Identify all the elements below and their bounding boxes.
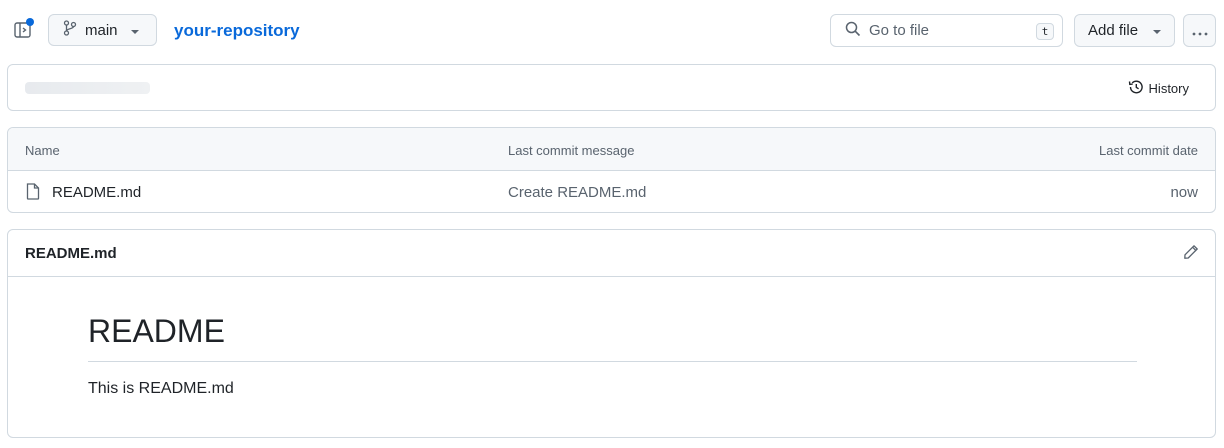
- files-table-header: Name Last commit message Last commit dat…: [8, 128, 1215, 171]
- column-header-name: Name: [25, 143, 60, 158]
- column-header-commit-date: Last commit date: [1099, 143, 1198, 158]
- search-icon: [845, 21, 861, 40]
- history-icon: [1128, 79, 1144, 98]
- loading-skeleton: [25, 82, 150, 94]
- keyboard-shortcut-hint: t: [1036, 23, 1054, 40]
- files-table: Name Last commit message Last commit dat…: [7, 127, 1216, 213]
- readme-panel: README.md README This is README.md: [7, 229, 1216, 438]
- readme-header: README.md: [8, 230, 1215, 277]
- notification-dot: [26, 18, 34, 26]
- go-to-file-input[interactable]: Go to file t: [830, 14, 1063, 47]
- column-header-commit-message: Last commit message: [508, 143, 635, 158]
- commit-message-link[interactable]: Create README.md: [508, 184, 646, 201]
- chevron-down-icon: [130, 22, 140, 39]
- readme-heading: README: [88, 310, 1137, 362]
- chevron-down-icon: [1152, 22, 1162, 39]
- repository-link[interactable]: your-repository: [174, 21, 300, 41]
- readme-content: README This is README.md: [88, 310, 1137, 398]
- file-icon: [26, 183, 40, 204]
- readme-filename[interactable]: README.md: [25, 245, 117, 262]
- branch-selector-button[interactable]: main: [48, 14, 157, 46]
- readme-paragraph: This is README.md: [88, 380, 234, 397]
- table-row[interactable]: README.md Create README.md now: [8, 171, 1215, 212]
- more-options-button[interactable]: [1183, 14, 1216, 47]
- pencil-icon[interactable]: [1183, 244, 1199, 263]
- history-button[interactable]: History: [1128, 79, 1189, 98]
- file-name-link[interactable]: README.md: [52, 184, 141, 201]
- history-label: History: [1148, 81, 1189, 96]
- search-placeholder: Go to file: [869, 22, 930, 39]
- breadcrumb-history-bar: History: [7, 64, 1216, 111]
- branch-name: main: [85, 21, 118, 39]
- add-file-button[interactable]: Add file: [1074, 14, 1175, 47]
- commit-date: now: [1170, 184, 1198, 201]
- kebab-horizontal-icon: [1192, 23, 1208, 39]
- git-branch-icon: [63, 20, 77, 40]
- repo-topbar: main your-repository Go to file t Add fi…: [0, 13, 1224, 47]
- add-file-label: Add file: [1088, 22, 1139, 39]
- sidebar-toggle-icon[interactable]: [14, 18, 34, 41]
